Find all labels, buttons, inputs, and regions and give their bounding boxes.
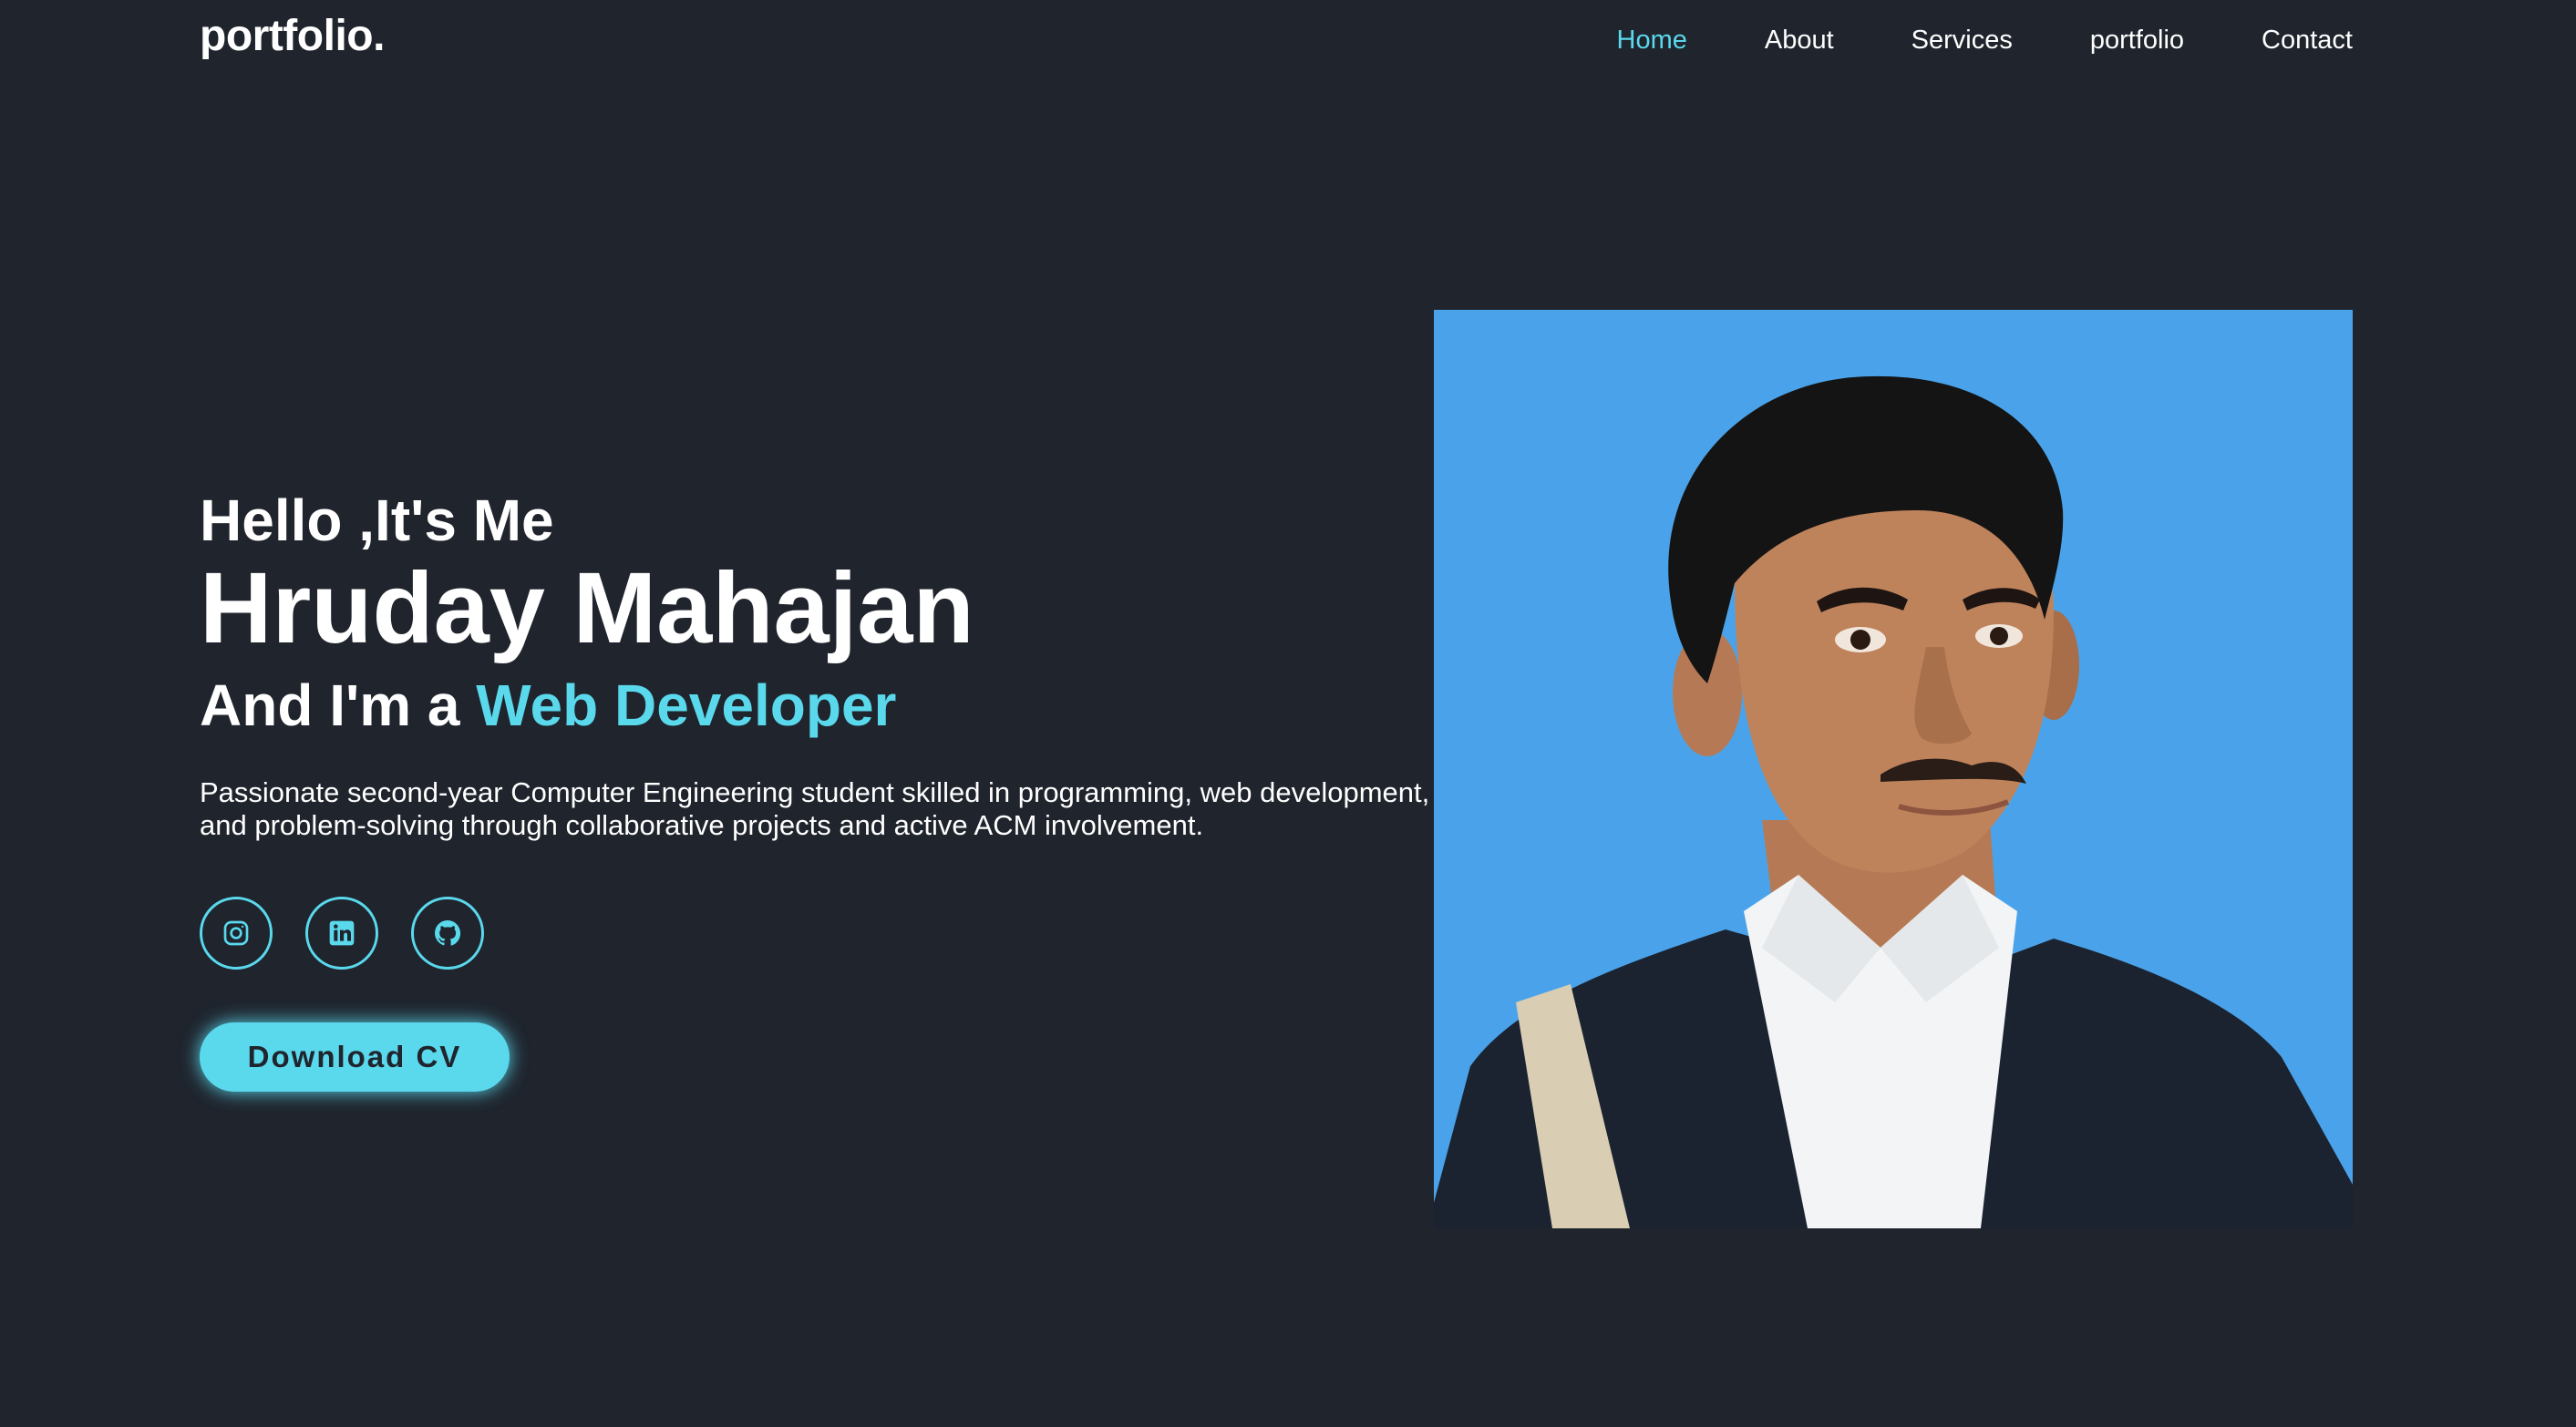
main-nav: Home About Services portfolio Contact bbox=[1540, 24, 2353, 56]
linkedin-icon bbox=[329, 920, 355, 946]
instagram-icon bbox=[223, 920, 249, 946]
logo[interactable]: portfolio. bbox=[200, 11, 385, 61]
social-links bbox=[200, 897, 1421, 970]
portrait-illustration bbox=[1434, 310, 2353, 1228]
hero-content: Hello ,It's Me Hruday Mahajan And I'm a … bbox=[200, 481, 1429, 1092]
role-highlight: Web Developer bbox=[476, 672, 897, 738]
linkedin-link[interactable] bbox=[305, 897, 378, 970]
nav-link-portfolio[interactable]: portfolio bbox=[2090, 24, 2184, 56]
role-line: And I'm a Web Developer bbox=[200, 667, 1421, 744]
page: portfolio. Home About Services portfolio… bbox=[0, 0, 2576, 1427]
download-cv-button[interactable]: Download CV bbox=[200, 1022, 510, 1092]
role-prefix: And I'm a bbox=[200, 672, 477, 738]
nav-link-about[interactable]: About bbox=[1765, 24, 1834, 56]
github-icon bbox=[435, 920, 461, 946]
hero-description: Passionate second-year Computer Engineer… bbox=[200, 776, 1430, 841]
nav-link-services[interactable]: Services bbox=[1911, 24, 2013, 56]
profile-photo bbox=[1434, 310, 2353, 1228]
instagram-link[interactable] bbox=[200, 897, 273, 970]
github-link[interactable] bbox=[411, 897, 484, 970]
nav-link-home[interactable]: Home bbox=[1617, 24, 1687, 56]
header: portfolio. Home About Services portfolio… bbox=[0, 0, 2576, 82]
greeting: Hello ,It's Me bbox=[200, 488, 554, 553]
nav-link-contact[interactable]: Contact bbox=[2262, 24, 2353, 56]
hero-name: Hruday Mahajan bbox=[200, 552, 974, 664]
